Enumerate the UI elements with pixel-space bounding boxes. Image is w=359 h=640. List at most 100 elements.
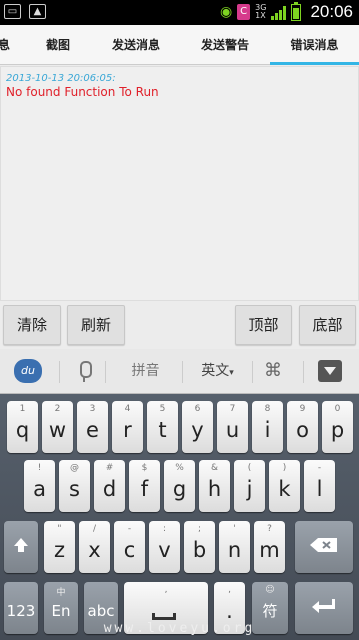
key-sub-label: 5	[159, 404, 166, 414]
tab-screenshot[interactable]: 截图	[28, 25, 88, 65]
key-e[interactable]: 3e	[77, 401, 108, 453]
key-label: k	[278, 477, 291, 501]
key-x[interactable]: / x	[79, 521, 110, 573]
tab-send-warning[interactable]: 发送警告	[187, 25, 263, 65]
key-n[interactable]: ' n	[219, 521, 250, 573]
key-sub-label: 1	[19, 404, 26, 414]
key-sub-label: @	[70, 463, 79, 473]
battery-icon	[291, 1, 302, 21]
system-icons: ◉ C 3G 1X 20:06	[219, 1, 353, 22]
status-bar: ▭ ▲ ◉ C 3G 1X 20:06	[0, 0, 359, 25]
log-panel[interactable]: 2013-10-13 20:06:05: No found Function T…	[0, 66, 359, 301]
key-h[interactable]: & h	[199, 460, 230, 512]
key-sub-label: -	[127, 524, 132, 534]
key-label: u	[225, 418, 240, 442]
wifi-icon: ◉	[219, 4, 233, 20]
key-sub-label: !	[37, 463, 42, 473]
key-sub-label: :	[162, 524, 167, 534]
toolbar-divider	[303, 361, 304, 383]
key-label: o	[296, 418, 309, 442]
tab-send-message[interactable]: 发送消息	[100, 25, 172, 65]
key-sub-label: /	[92, 524, 97, 534]
key-d[interactable]: # d	[94, 460, 125, 512]
shift-key[interactable]	[4, 521, 38, 573]
key-label: x	[88, 538, 101, 562]
status-clock: 20:06	[310, 2, 353, 21]
keyboard-toolbar: du 拼音 英文▾ ⌘	[0, 349, 359, 394]
key-r[interactable]: 4r	[112, 401, 143, 453]
key-label: i	[264, 418, 271, 442]
key-label: c	[123, 538, 136, 562]
bottom-button[interactable]: 底部	[299, 305, 356, 345]
key-k[interactable]: ) k	[269, 460, 300, 512]
collapse-keyboard-icon[interactable]	[318, 360, 342, 382]
key-l[interactable]: -l	[304, 460, 335, 512]
key-sub-label: )	[282, 463, 287, 473]
key-y[interactable]: 6y	[182, 401, 213, 453]
english-mode-button[interactable]: 英文▾	[190, 349, 245, 394]
space-icon	[152, 613, 176, 620]
key-f[interactable]: $ f	[129, 460, 160, 512]
key-sub-label: 3	[89, 404, 96, 414]
key-c[interactable]: -c	[114, 521, 145, 573]
key-label: g	[172, 477, 187, 501]
key-label: t	[158, 418, 167, 442]
toolbar-divider	[105, 361, 106, 383]
key-o[interactable]: 9o	[287, 401, 318, 453]
key-v[interactable]: :v	[149, 521, 180, 573]
key-label: b	[192, 538, 207, 562]
pinyin-mode-button[interactable]: 拼音	[118, 349, 173, 394]
key-sub-label: 4	[124, 404, 131, 414]
key-g[interactable]: % g	[164, 460, 195, 512]
key-w[interactable]: 2w	[42, 401, 73, 453]
notification-icons: ▭ ▲	[4, 4, 46, 19]
key-u[interactable]: 7u	[217, 401, 248, 453]
key-q[interactable]: 1q	[7, 401, 38, 453]
key-label: e	[86, 418, 99, 442]
network-type: 3G 1X	[255, 4, 266, 20]
key-sub-label: $	[141, 463, 148, 473]
key-label: w	[48, 418, 67, 442]
key-t[interactable]: 5t	[147, 401, 178, 453]
tab-message-partial[interactable]: 息	[0, 25, 14, 65]
language-switch-top-label: 中	[56, 588, 66, 598]
tab-error-message[interactable]: 错误消息	[270, 25, 359, 65]
key-label: d	[102, 477, 117, 501]
key-p[interactable]: 0p	[322, 401, 353, 453]
key-z[interactable]: " z	[44, 521, 75, 573]
baidu-logo-icon[interactable]: du	[14, 359, 42, 383]
key-sub-label: 0	[334, 404, 341, 414]
microphone-icon[interactable]	[77, 361, 92, 383]
key-sub-label: ?	[267, 524, 272, 534]
key-sub-label: 6	[194, 404, 201, 414]
key-b[interactable]: ; b	[184, 521, 215, 573]
key-sub-label: 7	[229, 404, 236, 414]
key-a[interactable]: ! a	[24, 460, 55, 512]
clear-button[interactable]: 清除	[3, 305, 61, 345]
key-sub-label: ,	[228, 585, 231, 595]
log-message: No found Function To Run	[6, 85, 159, 99]
soft-keyboard: du 拼音 英文▾ ⌘ 1q 2w 3e 4r 5t 6y 7u 8i 9o 0…	[0, 349, 359, 640]
key-j[interactable]: (j	[234, 460, 265, 512]
top-button[interactable]: 顶部	[235, 305, 292, 345]
key-m[interactable]: ? m	[254, 521, 285, 573]
toolbar-divider	[59, 361, 60, 383]
backspace-key[interactable]	[295, 521, 353, 573]
carrier-badge: C	[237, 4, 251, 20]
key-sub-label	[4, 585, 38, 597]
grid-menu-icon[interactable]: ⌘	[264, 361, 284, 381]
key-sub-label: &	[210, 463, 219, 473]
key-label: z	[53, 538, 66, 562]
key-label: h	[207, 477, 222, 501]
key-s[interactable]: @ s	[59, 460, 90, 512]
key-sub-label: 8	[264, 404, 271, 414]
space-key-sub-label: ,	[164, 585, 168, 595]
key-label: v	[158, 538, 171, 562]
refresh-button[interactable]: 刷新	[67, 305, 125, 345]
key-label: q	[15, 418, 30, 442]
backspace-icon	[310, 538, 337, 552]
image-icon: ▲	[29, 4, 46, 19]
log-timestamp: 2013-10-13 20:06:05:	[6, 73, 116, 84]
key-i[interactable]: 8i	[252, 401, 283, 453]
key-sub-label: %	[175, 463, 184, 473]
